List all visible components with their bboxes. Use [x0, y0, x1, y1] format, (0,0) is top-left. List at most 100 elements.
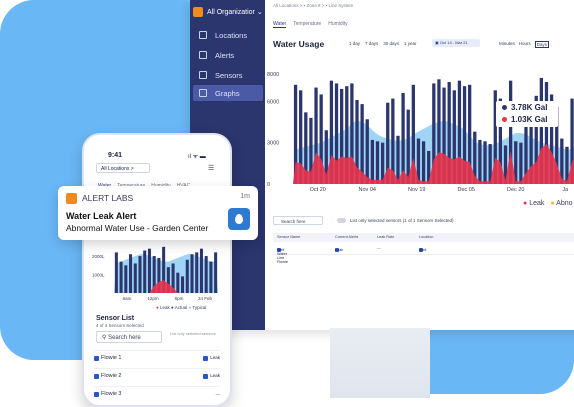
table-row[interactable]: Well Water Line Flowie Leak --- Well	[273, 244, 574, 264]
x-tick-label: Nov 04	[359, 187, 376, 192]
granularity-hours[interactable]: Hours	[519, 41, 531, 48]
header-sensor-name[interactable]: Sensor Name	[277, 235, 300, 239]
header-leak-rate[interactable]: Leak Rate	[377, 235, 394, 239]
tooltip-total: 3.78K Gal	[502, 103, 547, 112]
usage-bar	[421, 141, 426, 184]
list-item-tag: Leak	[203, 355, 220, 361]
phone-search-input[interactable]: ⚲ Search here	[96, 331, 162, 343]
list-item-name: Flowie 2	[101, 373, 122, 379]
tab-water[interactable]: Water	[273, 21, 287, 28]
x-tick-label: 6pm	[175, 296, 184, 301]
y-tick-label: 6000	[267, 99, 279, 105]
actual-dot-icon: ●	[171, 305, 174, 310]
legend-dot-total	[502, 105, 507, 110]
range-7-days[interactable]: 7 days	[365, 41, 378, 46]
header-current-alerts[interactable]: Current Alerts	[335, 235, 358, 239]
data-tabs: Water Temperature Humidity	[273, 21, 348, 28]
usage-bar	[519, 142, 523, 184]
x-tick-label: Dec 05	[458, 187, 475, 192]
granularity-minutes[interactable]: Minutes	[499, 41, 515, 48]
x-tick-label: 12pm	[147, 296, 159, 301]
phone-search-placeholder: Search here	[108, 335, 141, 341]
selected-only-toggle[interactable]	[337, 218, 346, 223]
x-tick-label: 6am	[123, 296, 132, 301]
row-checkbox[interactable]	[94, 391, 99, 397]
y-tick-label: 1000L	[92, 273, 105, 278]
usage-bar	[190, 254, 194, 293]
usage-bar	[209, 261, 213, 293]
water-drop-icon	[235, 214, 243, 224]
x-tick-label: Dec 20	[507, 187, 524, 192]
list-item[interactable]: Flowie 1 Leak	[94, 350, 220, 365]
menu-icon[interactable]: ☰	[208, 164, 214, 172]
legend-leak-label: Leak	[529, 200, 545, 207]
granularity-buttons: Minutes Hours Days	[499, 41, 550, 48]
range-30-days[interactable]: 30 days	[383, 41, 399, 46]
phone-selected-toggle[interactable]: List only selected sensors	[170, 331, 218, 336]
usage-bar	[478, 139, 482, 184]
usage-bar	[204, 256, 208, 293]
notification-body: Abnormal Water Use - Garden Center	[66, 223, 209, 233]
tooltip-leak-label: 1.03K Gal	[511, 115, 548, 124]
sensor-table-header: Sensor Name Current Alerts Leak Rate Loc…	[273, 233, 574, 242]
phone-legend-leak: Leak	[159, 305, 170, 310]
usage-bar	[143, 250, 147, 293]
desktop-monitor: All Organizatior ⌄ Locations Alerts Sens…	[190, 0, 574, 330]
row-alert-text: Leak	[335, 248, 344, 252]
usage-bar	[114, 252, 118, 293]
granularity-days[interactable]: Days	[534, 41, 550, 48]
usage-bar	[129, 254, 133, 293]
date-range-picker[interactable]: ▣ Oct 14 - Mar 21	[432, 39, 480, 47]
sidebar-item-label: Sensors	[215, 70, 243, 80]
sensor-list-subtitle: 4 of 4 Sensors Selected	[96, 323, 144, 328]
phone-time: 9:41	[108, 152, 123, 159]
sidebar-item-alerts[interactable]: Alerts	[193, 47, 263, 63]
phone-chart-legend: ● Leak ● Actual ● Typical	[156, 305, 206, 310]
phone-status-icons: ıl ᯤ ▬	[188, 154, 206, 160]
alert-labs-logo-icon	[66, 193, 77, 204]
legend-abnormal[interactable]: ● Abno	[550, 200, 572, 207]
header-location[interactable]: Location	[419, 235, 433, 239]
monitor-stand	[330, 328, 430, 398]
sensor-search-input[interactable]: Search here	[273, 216, 323, 225]
legend-leak[interactable]: ● Leak	[523, 200, 544, 207]
notification-brand: ALERT LABS	[82, 193, 134, 203]
tab-temperature[interactable]: Temperature	[293, 21, 321, 28]
search-icon: ⚲	[102, 335, 107, 341]
breadcrumb[interactable]: All Locations > ▪ Zone 8 > ▪ Line System	[273, 3, 353, 8]
building-icon	[199, 31, 207, 39]
sidebar-item-graphs[interactable]: Graphs	[193, 85, 263, 101]
org-selector[interactable]: All Organizatior ⌄	[193, 3, 263, 21]
usage-bar	[396, 135, 400, 184]
sidebar-item-sensors[interactable]: Sensors	[193, 67, 263, 83]
row-checkbox[interactable]	[94, 355, 99, 361]
usage-bar	[483, 141, 487, 184]
push-notification[interactable]: ALERT LABS 1m Water Leak Alert Abnormal …	[58, 186, 258, 240]
list-controls: Search here List only selected sensors (…	[273, 216, 574, 227]
alert-labs-logo-icon	[193, 7, 203, 17]
y-tick-label: 0	[267, 182, 270, 188]
usage-bar	[370, 139, 375, 184]
phone-location-selector[interactable]: All Locations >	[96, 163, 150, 173]
list-item-tag-text: ---	[215, 391, 221, 397]
row-checkbox[interactable]	[94, 373, 99, 379]
range-1-year[interactable]: 1 year	[404, 41, 417, 46]
y-tick-label: 8000	[267, 72, 279, 78]
sidebar-item-locations[interactable]: Locations	[193, 27, 263, 43]
phone: 9:41 ıl ᯤ ▬ All Locations > ☰ Water Temp…	[82, 133, 232, 407]
notification-title: Water Leak Alert	[66, 211, 137, 221]
usage-bar	[214, 252, 218, 293]
page-title: Water Usage	[273, 39, 325, 49]
tab-humidity[interactable]: Humidity	[328, 21, 347, 28]
notification-thumbnail	[228, 208, 250, 230]
usage-bar	[181, 276, 185, 293]
leak-dot-icon: ●	[156, 305, 159, 310]
list-item[interactable]: Flowie 2 Leak	[94, 368, 220, 383]
alert-icon	[199, 51, 207, 59]
leak-dot-icon: ●	[523, 200, 528, 207]
list-item-tag: Leak	[203, 373, 220, 379]
range-1-day[interactable]: 1 day	[349, 41, 360, 46]
org-selector-label: All Organizatior	[207, 8, 255, 16]
list-item-tag-text: Leak	[210, 373, 220, 379]
range-buttons: 1 day 7 days 30 days 1 year	[349, 41, 417, 46]
